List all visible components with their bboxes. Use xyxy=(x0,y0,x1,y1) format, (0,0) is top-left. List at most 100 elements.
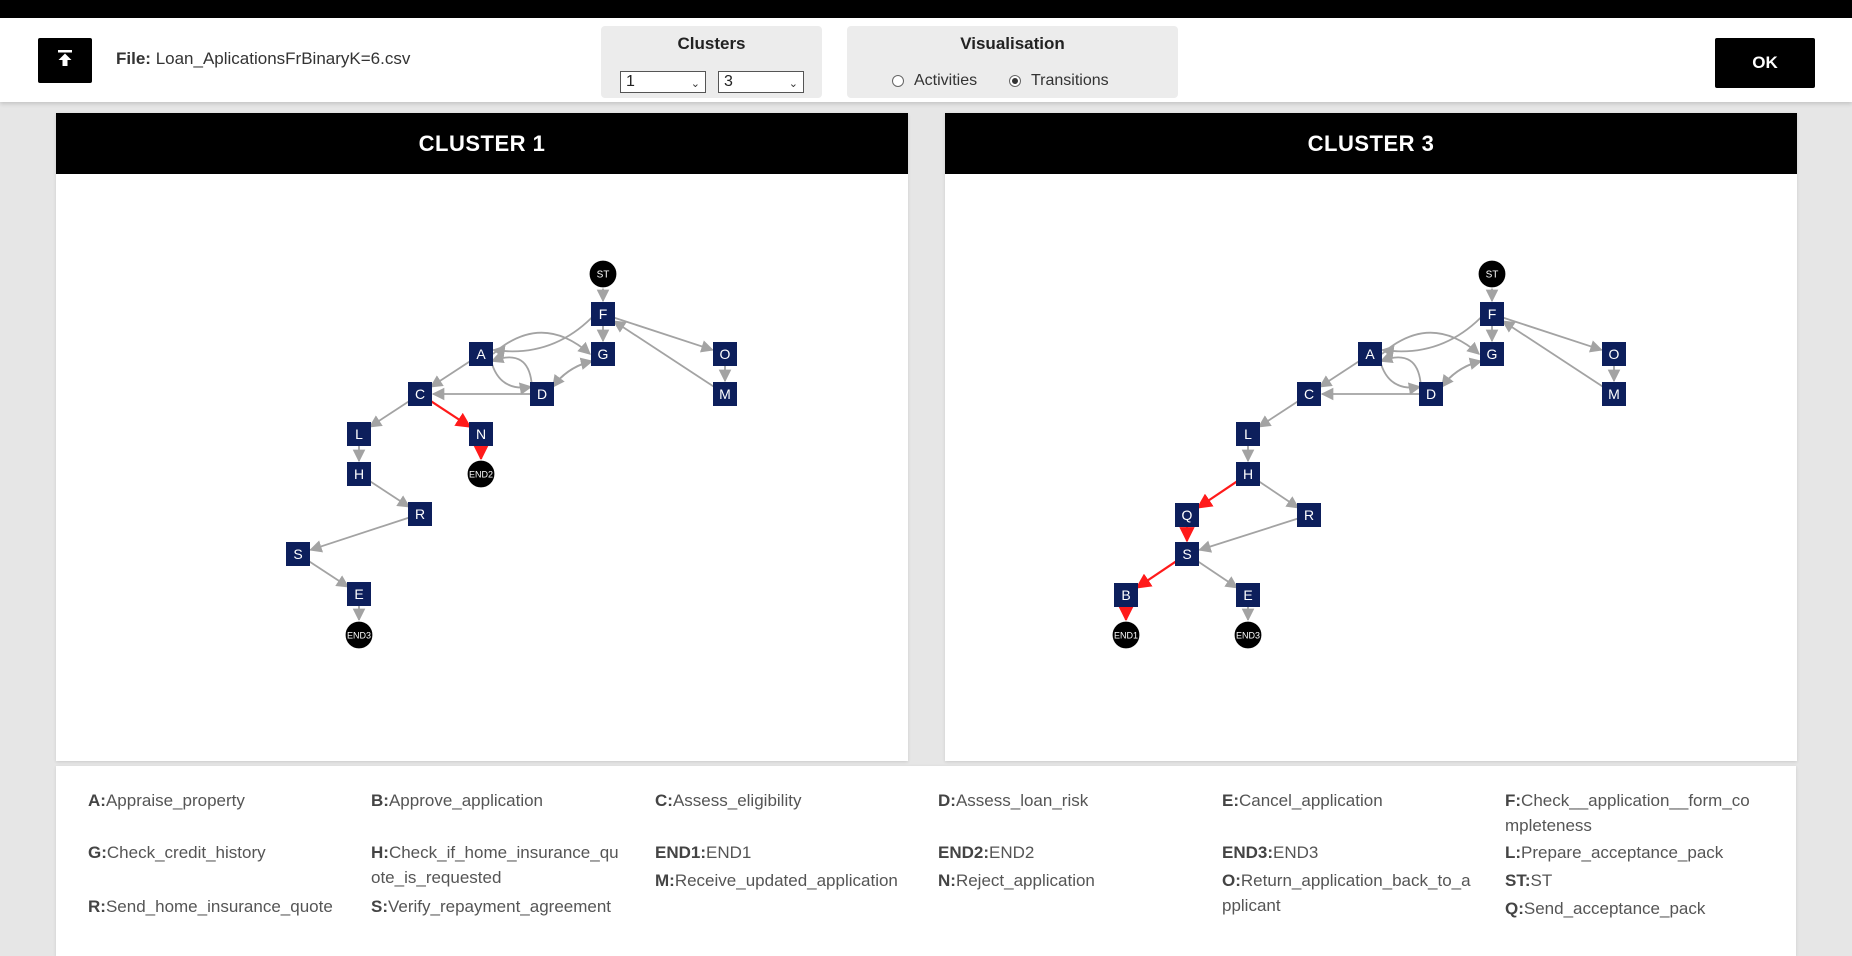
legend-value: Assess_eligibility xyxy=(672,791,802,810)
chevron-down-icon: ⌄ xyxy=(788,78,798,90)
graph-node-e[interactable]: E xyxy=(1236,583,1260,607)
legend-key: N: xyxy=(938,871,956,890)
graph-node-end2[interactable]: END2 xyxy=(466,459,496,489)
cluster-select-1[interactable]: 1 ⌄ xyxy=(620,71,706,93)
edge-f-a xyxy=(1381,317,1482,358)
node-label: M xyxy=(1608,386,1620,402)
edge-f-o xyxy=(1503,316,1603,353)
graph-node-m[interactable]: M xyxy=(1602,382,1626,406)
legend-value: Send_acceptance_pack xyxy=(1523,899,1706,918)
legend-key: H: xyxy=(371,843,389,862)
graph-node-a[interactable]: A xyxy=(469,342,493,366)
legend-key: R: xyxy=(88,897,106,916)
node-label: ST xyxy=(597,270,610,281)
ok-button[interactable]: OK xyxy=(1715,38,1815,88)
graph-node-l[interactable]: L xyxy=(1236,422,1260,446)
legend-item: C:Assess_eligibility xyxy=(655,788,911,813)
legend-item: F:Check__application__form_completeness xyxy=(1505,788,1761,838)
legend-value: Return_application_back_to_applicant xyxy=(1222,871,1471,915)
legend-item: A:Appraise_property xyxy=(88,788,344,813)
graph-node-g[interactable]: G xyxy=(591,342,615,366)
edge-c-n xyxy=(429,399,472,428)
radio-activities[interactable]: Activities xyxy=(892,72,977,90)
graph-node-g[interactable]: G xyxy=(1480,342,1504,366)
graph-node-r[interactable]: R xyxy=(1297,503,1321,527)
graph-node-n[interactable]: N xyxy=(469,422,493,446)
node-label: F xyxy=(599,306,608,322)
graph-node-h[interactable]: H xyxy=(1236,462,1260,486)
graph-node-c[interactable]: C xyxy=(1297,382,1321,406)
legend-key: Q: xyxy=(1505,899,1524,918)
graph-node-end3[interactable]: END3 xyxy=(344,620,374,650)
radio-activities-label: Activities xyxy=(914,72,978,89)
edge-g-d xyxy=(1441,359,1483,388)
top-strip xyxy=(0,0,1852,18)
node-label: D xyxy=(537,386,547,402)
radio-transitions-circle xyxy=(1009,75,1021,87)
legend-key: D: xyxy=(938,791,956,810)
graph-node-m[interactable]: M xyxy=(713,382,737,406)
node-label: E xyxy=(354,586,363,602)
radio-transitions[interactable]: Transitions xyxy=(1009,72,1109,90)
graph-node-c[interactable]: C xyxy=(408,382,432,406)
node-label: END3 xyxy=(1236,631,1260,641)
graph-node-q[interactable]: Q xyxy=(1175,503,1199,527)
graph-node-r[interactable]: R xyxy=(408,502,432,526)
edge-r-s xyxy=(1198,517,1298,553)
edge-f-a xyxy=(492,317,593,358)
graph-node-o[interactable]: O xyxy=(1602,342,1626,366)
node-label: E xyxy=(1243,587,1252,603)
legend-value: Prepare_acceptance_pack xyxy=(1521,843,1724,862)
legend-key: O: xyxy=(1222,871,1241,890)
legend-key: ST: xyxy=(1505,871,1531,890)
cluster-title: CLUSTER 3 xyxy=(945,113,1797,174)
edge-m-f xyxy=(612,320,716,389)
legend-item: E:Cancel_application xyxy=(1222,788,1478,813)
visualisation-title: Visualisation xyxy=(960,34,1065,53)
graph-node-f[interactable]: F xyxy=(1480,302,1504,326)
radio-transitions-label: Transitions xyxy=(1031,72,1109,89)
graph-node-s[interactable]: S xyxy=(286,542,310,566)
legend-value: END2 xyxy=(989,843,1035,862)
graph-node-e[interactable]: E xyxy=(347,582,371,606)
cluster-title: CLUSTER 1 xyxy=(56,113,908,174)
node-label: R xyxy=(1304,507,1314,523)
edge-d-g xyxy=(551,357,594,388)
node-label: S xyxy=(293,546,302,562)
legend-key: C: xyxy=(655,791,673,810)
edge-a-c xyxy=(429,359,472,388)
graph-node-st[interactable]: ST xyxy=(1477,259,1507,289)
legend-item: Q:Send_acceptance_pack xyxy=(1505,896,1761,921)
node-label: C xyxy=(415,386,425,402)
graph-node-d[interactable]: D xyxy=(1419,382,1443,406)
node-label: A xyxy=(476,346,486,362)
legend-item: END1:END1 xyxy=(655,840,911,865)
legend-item: S:Verify_repayment_agreement xyxy=(371,894,627,919)
edge-c-l xyxy=(1257,399,1300,428)
legend-item: M:Receive_updated_application xyxy=(655,868,911,893)
legend-value: END3 xyxy=(1273,843,1319,862)
graph-node-st[interactable]: ST xyxy=(588,259,618,289)
graph-node-h[interactable]: H xyxy=(347,462,371,486)
graph-node-o[interactable]: O xyxy=(713,342,737,366)
cluster-select-2-value: 3 xyxy=(724,73,733,90)
chevron-down-icon: ⌄ xyxy=(690,78,700,90)
legend-key: F: xyxy=(1505,791,1522,810)
graph-node-s[interactable]: S xyxy=(1175,542,1199,566)
cluster-panel-1: CLUSTER 1 ST F A G O C D M L N H END2 R S E END3 xyxy=(56,113,908,761)
upload-button[interactable] xyxy=(38,38,92,83)
header-bar: File: Loan_AplicationsFrBinaryK=6.csv Cl… xyxy=(0,18,1852,102)
graph-node-end3[interactable]: END3 xyxy=(1233,620,1263,650)
graph-node-l[interactable]: L xyxy=(347,422,371,446)
clusters-title: Clusters xyxy=(677,34,746,53)
graph-node-f[interactable]: F xyxy=(591,302,615,326)
legend-value: Check_if_home_insurance_quote_is_request… xyxy=(371,843,619,887)
graph-node-a[interactable]: A xyxy=(1358,342,1382,366)
graph-node-d[interactable]: D xyxy=(530,382,554,406)
edge-h-r xyxy=(368,479,411,508)
edge-a-c xyxy=(1318,359,1361,388)
graph-node-end1[interactable]: END1 xyxy=(1111,620,1141,650)
edge-m-f xyxy=(1501,320,1605,389)
cluster-select-2[interactable]: 3 ⌄ xyxy=(718,71,804,93)
graph-node-b[interactable]: B xyxy=(1114,583,1138,607)
